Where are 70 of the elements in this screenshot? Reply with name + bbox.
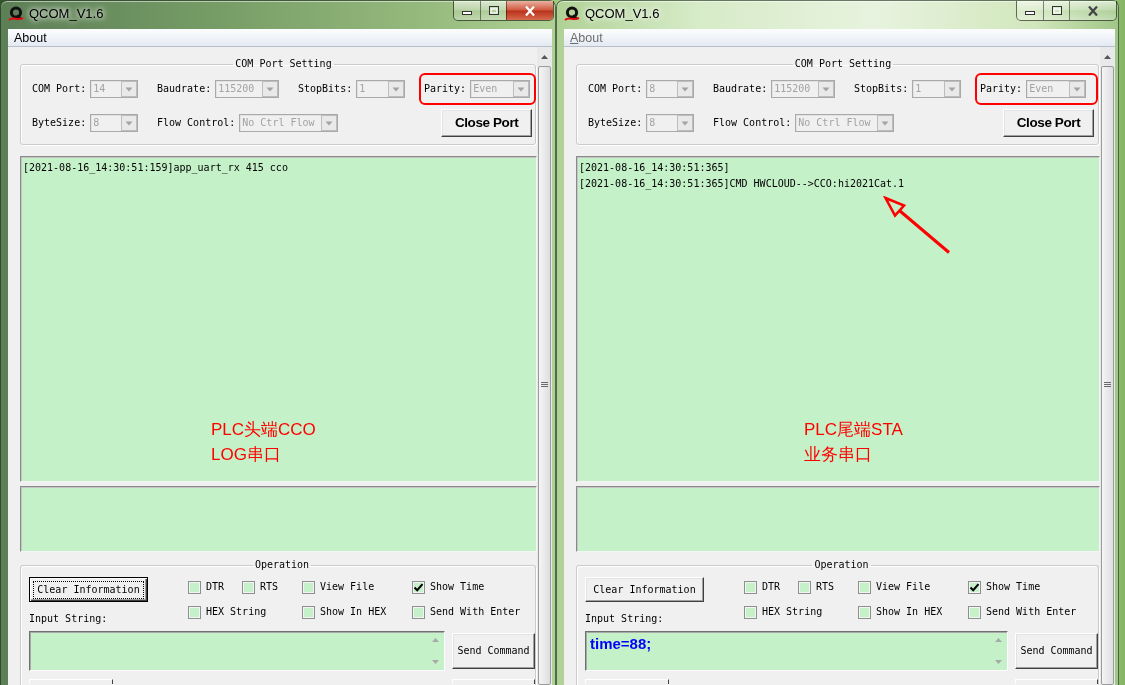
scroll-up-icon [541, 54, 548, 59]
input-field[interactable]: time=88; [585, 631, 1008, 671]
checkbox[interactable]: Show Time [412, 581, 485, 593]
close-button[interactable] [1069, 1, 1116, 20]
checkbox[interactable]: Show In HEX [302, 606, 387, 618]
field-label: Flow Control: [157, 117, 236, 129]
scroll-up-icon [1104, 54, 1111, 59]
checkbox[interactable]: View File [302, 581, 375, 593]
maximize-icon [1050, 5, 1063, 16]
maximize-button[interactable] [480, 1, 506, 20]
checkbox[interactable]: RTS [242, 581, 279, 593]
field-label: StopBits: [854, 83, 909, 95]
scrollbar[interactable] [537, 47, 552, 685]
send-command-button[interactable]: Send Command [452, 633, 535, 669]
field-label: Flow Control: [713, 117, 792, 129]
app-logo-icon [564, 6, 580, 22]
close-icon [524, 5, 536, 16]
checkbox[interactable]: Send With Enter [968, 606, 1077, 618]
checkbox[interactable]: Show Time [968, 581, 1041, 593]
checkbox[interactable]: HEX String [188, 606, 267, 618]
field-label: StopBits: [298, 83, 353, 95]
field-label: Baudrate: [157, 83, 212, 95]
checkbox[interactable]: DTR [744, 581, 781, 593]
field-label: ByteSize: [588, 117, 643, 129]
window-title: QCOM_V1.6 [29, 6, 104, 22]
minimize-button[interactable] [1017, 1, 1043, 20]
scrollbar-thumb[interactable] [1101, 66, 1114, 685]
checkbox[interactable]: Send With Enter [412, 606, 521, 618]
menu-item[interactable]: About [8, 29, 53, 46]
log-line: [2021-08-16_14:30:51:365] [579, 161, 730, 176]
group-title: COM Port Setting [793, 58, 893, 70]
field-label: Parity: [424, 83, 467, 95]
maximize-icon [487, 5, 500, 16]
checkbox[interactable]: HEX String [744, 606, 823, 618]
text-area[interactable] [576, 486, 1100, 552]
field-label: ByteSize: [32, 117, 87, 129]
minimize-button[interactable] [454, 1, 480, 20]
field-label: Parity: [980, 83, 1023, 95]
text-area[interactable] [20, 486, 537, 552]
log-line: [2021-08-16_14:30:51:159]app_uart_rx 415 cco [23, 161, 288, 176]
send-command-button[interactable]: Send Command [1015, 633, 1098, 669]
grip-icon [541, 381, 548, 388]
clear-information-button[interactable]: Clear Information [585, 577, 704, 602]
checkbox[interactable]: View File [858, 581, 931, 593]
checkbox[interactable]: DTR [188, 581, 225, 593]
field-label: COM Port: [32, 83, 87, 95]
log-line: [2021-08-16_14:30:51:365]CMD HWCLOUD-->CCO:hi2021Cat.1 [579, 177, 905, 192]
app-logo-icon [8, 6, 24, 22]
maximize-button[interactable] [1043, 1, 1069, 20]
field-label: COM Port: [588, 83, 643, 95]
group-title: Operation [253, 559, 311, 571]
scrollbar[interactable] [1100, 47, 1115, 685]
input-label: Input String: [585, 613, 664, 625]
annotation-text: PLC头端CCO LOG串口 [211, 419, 316, 466]
group-title: Operation [813, 559, 870, 571]
close-button[interactable] [506, 1, 553, 20]
window-title: QCOM_V1.6 [585, 6, 660, 22]
annotation-text: PLC尾端STA 业务串口 [804, 419, 903, 466]
close-port-button[interactable]: Close Port [441, 109, 533, 137]
group-title: COM Port Setting [234, 58, 333, 70]
checkbox[interactable]: Show In HEX [858, 606, 943, 618]
checkbox[interactable]: RTS [798, 581, 835, 593]
close-port-button[interactable]: Close Port [1003, 109, 1094, 137]
input-label: Input String: [29, 613, 108, 625]
close-icon [1087, 5, 1099, 16]
scrollbar-thumb[interactable] [538, 66, 551, 685]
input-field[interactable] [29, 631, 445, 671]
field-label: Baudrate: [713, 83, 768, 95]
clear-information-button[interactable]: Clear Information [29, 577, 148, 602]
grip-icon [1104, 381, 1111, 388]
